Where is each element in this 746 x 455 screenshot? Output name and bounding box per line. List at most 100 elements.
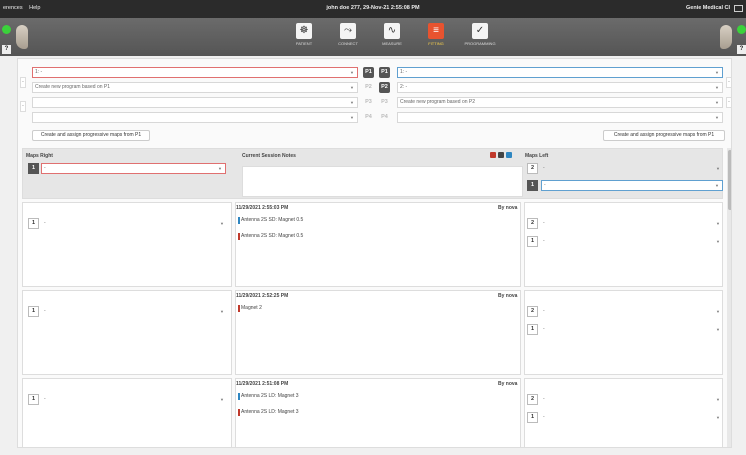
map-value: - [543, 396, 545, 402]
map-number-badge[interactable]: 1 [527, 412, 538, 423]
program-p1-left[interactable]: P1 [379, 67, 390, 78]
map-value: - [543, 414, 545, 420]
tab-patient[interactable]: ☸ PATIENT [282, 20, 326, 54]
map-number-badge[interactable]: 1 [527, 236, 538, 247]
window-icon[interactable] [734, 5, 743, 12]
connected-icon [2, 25, 11, 34]
measure-icon: ∿ [384, 23, 400, 39]
right-ear-status[interactable]: ? [0, 22, 36, 54]
map-number-badge[interactable]: 1 [28, 394, 39, 405]
title-bar: erences Help john doe 277, 29-Nov-21 2:5… [0, 0, 746, 18]
chevron-down-icon[interactable]: ▼ [716, 221, 720, 226]
tab-fitting[interactable]: ≡ FITTING [414, 20, 458, 54]
scrollbar-thumb[interactable] [728, 150, 731, 210]
program-select-right-1[interactable]: 1: - ▼ [32, 67, 358, 78]
chevron-down-icon: ▼ [350, 85, 354, 90]
blue-color-swatch[interactable] [506, 152, 512, 158]
right-side-marker[interactable]: - [20, 77, 26, 88]
session-maps-left [524, 290, 723, 375]
tab-connect[interactable]: ⤳ CONNECT [326, 20, 370, 54]
session-entry: 11/29/2021 2:51:08 PM By nova 1- ▼ Antenna 2… [22, 378, 723, 447]
map-number-badge[interactable]: 1 [527, 180, 538, 191]
session-maps-right [22, 290, 232, 375]
chevron-down-icon[interactable]: ▼ [716, 415, 720, 420]
chevron-down-icon[interactable]: ▼ [716, 166, 720, 171]
left-side-marker[interactable]: - [726, 77, 731, 88]
ear-color-marker [238, 305, 240, 312]
fitting-icon: ≡ [428, 23, 444, 39]
session-entry: 11/29/2021 2:52:25 PM By nova 1- ▼ Magnet 22… [22, 290, 723, 375]
map-number-badge[interactable]: 2 [527, 306, 538, 317]
chevron-down-icon[interactable]: ▼ [716, 327, 720, 332]
left-side-marker[interactable]: - [726, 97, 731, 108]
map-value: - [543, 220, 545, 226]
map-number-badge[interactable]: 2 [527, 163, 538, 174]
assign-progressive-maps-right-button[interactable]: Create and assign progressive maps from … [32, 130, 150, 141]
session-notes-field[interactable] [242, 166, 523, 197]
maps-left-value: - [543, 165, 545, 171]
program-select-right-3[interactable]: ▼ [32, 97, 358, 108]
tab-measure[interactable]: ∿ MEASURE [370, 20, 414, 54]
maps-left-label: Maps Left [525, 153, 549, 159]
assign-progressive-maps-left-button[interactable]: Create and assign progressive maps from … [603, 130, 725, 141]
program-select-left-2[interactable]: 2: - ▼ [397, 82, 723, 93]
program-select-left-4[interactable]: ▼ [397, 112, 723, 123]
session-maps-left [524, 202, 723, 287]
program-select-right-2[interactable]: Create new program based on P1 ▼ [32, 82, 358, 93]
session-note-entry: Magnet 2 [238, 305, 262, 312]
chevron-down-icon[interactable]: ▼ [220, 221, 224, 226]
chevron-down-icon: ▼ [350, 115, 354, 120]
map-number-badge[interactable]: 2 [527, 394, 538, 405]
help-icon[interactable]: ? [2, 45, 11, 54]
red-color-swatch[interactable] [490, 152, 496, 158]
program-select-left-3[interactable]: Create new program based on P2 ▼ [397, 97, 723, 108]
left-ear-status[interactable]: ? [710, 22, 746, 54]
map-number-badge[interactable]: 1 [28, 218, 39, 229]
chevron-down-icon[interactable]: ▼ [220, 397, 224, 402]
session-entry: 11/29/2021 2:55:03 PM By nova 1- ▼ Antenna 2… [22, 202, 723, 287]
tab-label: CONNECT [338, 41, 358, 46]
map-value: - [44, 220, 46, 226]
map-number-badge[interactable]: 1 [28, 163, 39, 174]
program-select-left-1[interactable]: 1: - ▼ [397, 67, 723, 78]
program-p1-right[interactable]: P1 [363, 67, 374, 78]
map-number-badge[interactable]: 1 [28, 306, 39, 317]
program-p3-left[interactable]: P3 [379, 97, 390, 108]
patient-icon: ☸ [296, 23, 312, 39]
dark-color-swatch[interactable] [498, 152, 504, 158]
ear-color-marker [238, 409, 240, 416]
maps-left-select[interactable]: - ▼ [541, 180, 723, 191]
session-author: By nova [498, 381, 518, 387]
map-number-badge[interactable]: 2 [527, 218, 538, 229]
program-p2-right[interactable]: P2 [363, 82, 374, 93]
session-timestamp: 11/29/2021 2:55:03 PM [236, 205, 289, 211]
chevron-down-icon: ▼ [350, 100, 354, 105]
program-p4-left[interactable]: P4 [379, 112, 390, 123]
map-value: - [543, 308, 545, 314]
session-notes [235, 290, 521, 375]
ear-icon [16, 25, 28, 49]
maps-right-select[interactable]: - ▼ [41, 163, 226, 174]
chevron-down-icon: ▼ [350, 70, 354, 75]
chevron-down-icon[interactable]: ▼ [220, 309, 224, 314]
chevron-down-icon[interactable]: ▼ [716, 397, 720, 402]
help-icon[interactable]: ? [737, 45, 746, 54]
chevron-down-icon[interactable]: ▼ [716, 309, 720, 314]
session-author: By nova [498, 293, 518, 299]
program-p4-right[interactable]: P4 [363, 112, 374, 123]
chevron-down-icon: ▼ [218, 166, 222, 171]
tab-programming[interactable]: ✓ PROGRAMMING [458, 20, 502, 54]
vertical-scrollbar[interactable] [727, 148, 731, 447]
program-p2-left[interactable]: P2 [379, 82, 390, 93]
right-side-marker[interactable]: - [20, 101, 26, 112]
program-p3-right[interactable]: P3 [363, 97, 374, 108]
session-maps-right [22, 202, 232, 287]
chevron-down-icon[interactable]: ▼ [716, 239, 720, 244]
main-tabs: ☸ PATIENT ⤳ CONNECT ∿ MEASURE ≡ FITTING ✓ PROGRAM… [282, 20, 502, 54]
map-number-badge[interactable]: 1 [527, 324, 538, 335]
chevron-down-icon: ▼ [715, 115, 719, 120]
program-select-right-4[interactable]: ▼ [32, 112, 358, 123]
programming-icon: ✓ [472, 23, 488, 39]
session-notes-label: Current Session Notes [242, 153, 296, 159]
session-maps-right [22, 378, 232, 447]
